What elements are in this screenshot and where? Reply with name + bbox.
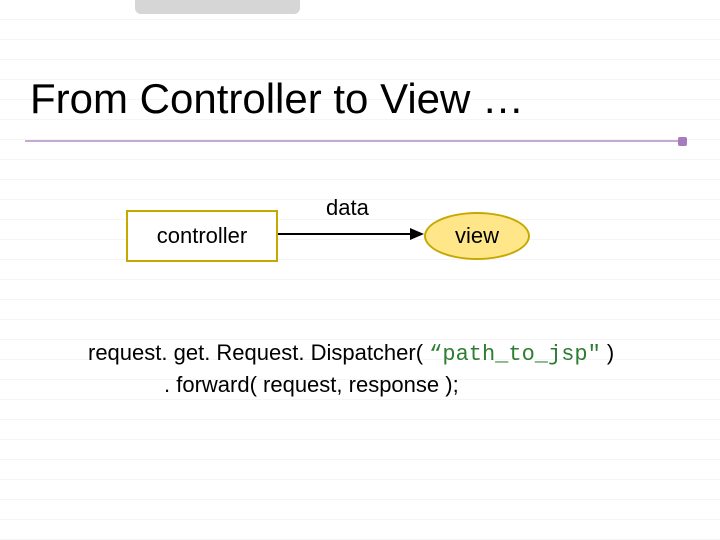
top-tab-strip	[135, 0, 300, 14]
title-underline	[25, 140, 685, 142]
code-line-1-pre: request. get. Request. Dispatcher(	[88, 340, 429, 365]
slide-title: From Controller to View …	[30, 75, 524, 123]
code-line-1: request. get. Request. Dispatcher( “path…	[88, 340, 614, 365]
code-snippet: request. get. Request. Dispatcher( “path…	[88, 338, 614, 399]
code-path-literal: “path_to_jsp"	[429, 342, 601, 367]
view-ellipse: view	[424, 212, 530, 260]
arrow-right-icon	[276, 226, 424, 242]
controller-box: controller	[126, 210, 278, 262]
code-line-1-post: )	[601, 340, 614, 365]
code-line-2: . forward( request, response );	[88, 370, 614, 400]
controller-label: controller	[157, 223, 247, 249]
view-label: view	[455, 223, 499, 249]
arrow-label: data	[326, 195, 369, 221]
